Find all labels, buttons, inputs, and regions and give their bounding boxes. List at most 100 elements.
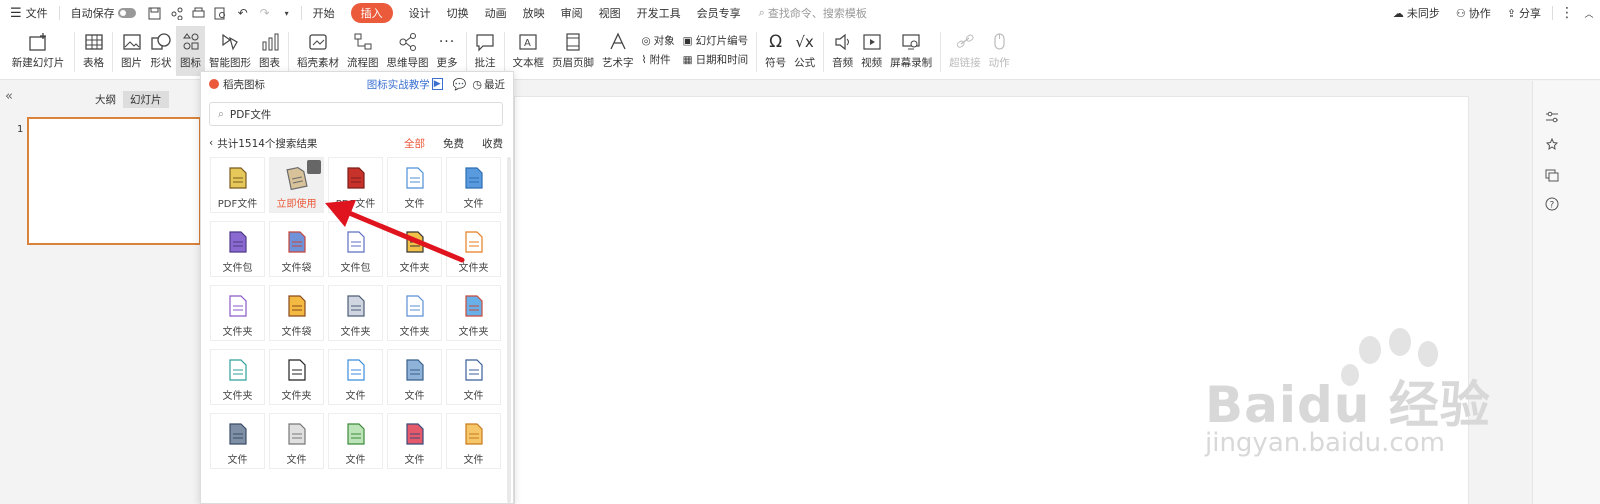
icon-result-item[interactable]: 文件 — [446, 413, 501, 469]
print-icon[interactable] — [188, 0, 210, 26]
filter-free[interactable]: 免费 — [443, 136, 464, 151]
collaborate-button[interactable]: ⚇ 协作 — [1448, 0, 1499, 26]
icon-result-item[interactable]: 文件夹 — [387, 285, 442, 341]
icon-button[interactable]: 图标 — [176, 26, 205, 76]
smartart-button[interactable]: 智能图形 — [205, 26, 255, 76]
date-time-button[interactable]: ▦ 日期和时间 — [683, 52, 748, 67]
share-button[interactable]: ⇪ 分享 — [1499, 0, 1549, 26]
tab-slideshow[interactable]: 放映 — [515, 0, 553, 26]
collapse-ribbon-icon[interactable]: ︿ — [1578, 0, 1600, 26]
clock-icon[interactable]: ◷ — [472, 78, 482, 91]
shape-button[interactable]: 形状 — [146, 26, 176, 76]
tab-animation[interactable]: 动画 — [477, 0, 515, 26]
tutorial-link[interactable]: 图标实战教学 — [367, 77, 430, 92]
icon-result-item[interactable]: 文件 — [269, 413, 324, 469]
icon-result-item[interactable]: 文件 — [446, 349, 501, 405]
tab-outline[interactable]: 大纲 — [88, 91, 123, 108]
chevron-down-icon[interactable]: ▾ — [276, 0, 298, 26]
icon-result-item[interactable]: PDF文件 — [328, 157, 383, 213]
mindmap-button[interactable]: 思维导图 — [383, 26, 433, 76]
icon-result-item[interactable]: 文件 — [446, 157, 501, 213]
tab-slides[interactable]: 幻灯片 — [123, 91, 169, 108]
properties-icon[interactable] — [1543, 108, 1561, 126]
tab-view[interactable]: 视图 — [591, 0, 629, 26]
tab-transition[interactable]: 切换 — [439, 0, 477, 26]
header-footer-button[interactable]: 页眉页脚 — [548, 26, 598, 76]
icon-result-item[interactable]: 文件 — [328, 349, 383, 405]
share-icon[interactable] — [166, 0, 188, 26]
action-button[interactable]: 动作 — [985, 26, 1014, 76]
icon-result-item[interactable]: 文件包 — [328, 221, 383, 277]
recent-button[interactable]: 最近 — [484, 77, 505, 92]
redo-icon[interactable]: ↷ — [254, 0, 276, 26]
icon-result-item[interactable]: 文件夹 — [328, 285, 383, 341]
back-chevron-icon[interactable]: ‹ — [209, 137, 213, 149]
more-vertical-icon[interactable]: ⋮ — [1556, 0, 1578, 26]
icon-result-item[interactable]: 文件 — [387, 349, 442, 405]
file-menu[interactable]: ☰ 文件 — [0, 0, 56, 26]
print-preview-icon[interactable] — [210, 0, 232, 26]
filter-paid[interactable]: 收费 — [482, 136, 503, 151]
magic-wand-icon[interactable] — [1543, 136, 1561, 154]
icon-result-item[interactable]: 文件夹 — [210, 285, 265, 341]
tab-review[interactable]: 审阅 — [553, 0, 591, 26]
screen-record-button[interactable]: 屏幕录制 — [886, 26, 936, 76]
undo-icon[interactable]: ↶ — [232, 0, 254, 26]
filter-all[interactable]: 全部 — [404, 136, 425, 151]
icon-result-item[interactable]: 文件夹 — [446, 221, 501, 277]
symbol-button[interactable]: Ω 符号 — [761, 26, 790, 76]
icon-result-item[interactable]: 文件夹 — [210, 349, 265, 405]
icon-result-item[interactable]: 文件夹 — [269, 349, 324, 405]
command-search[interactable]: ⌕ 查找命令、搜索模板 — [759, 5, 867, 21]
tab-member[interactable]: 会员专享 — [689, 0, 749, 26]
save-icon[interactable] — [144, 0, 166, 26]
tab-design[interactable]: 设计 — [401, 0, 439, 26]
slide-thumbnail[interactable] — [27, 117, 201, 245]
sync-button[interactable]: ☁ 未同步 — [1385, 0, 1448, 26]
folder-gray-icon — [346, 295, 365, 317]
audio-button[interactable]: 音频 — [828, 26, 857, 76]
icon-result-item[interactable]: 文件 — [387, 413, 442, 469]
icon-result-item[interactable]: 文件袋 — [269, 221, 324, 277]
toggle-switch-icon[interactable] — [117, 8, 136, 18]
new-slide-button[interactable]: 新建幻灯片 — [6, 26, 70, 76]
collapse-panel-icon[interactable]: « — [5, 89, 13, 104]
icon-result-item[interactable]: 文件包 — [210, 221, 265, 277]
attachment-button[interactable]: ⌇ 附件 — [642, 52, 675, 67]
chat-icon[interactable]: 💬 — [453, 78, 467, 91]
formula-button[interactable]: √x 公式 — [790, 26, 819, 76]
icon-search-input[interactable]: ⌕ PDF文件 — [209, 102, 503, 126]
slide-number-button[interactable]: ▣ 幻灯片编号 — [683, 33, 748, 48]
icon-result-label: 文件夹 — [222, 391, 253, 402]
flowchart-button[interactable]: 流程图 — [343, 26, 383, 76]
video-button[interactable]: 视频 — [857, 26, 886, 76]
tab-home[interactable]: 开始 — [305, 0, 343, 26]
object-button[interactable]: ◎ 对象 — [642, 33, 675, 48]
wordart-button[interactable]: 艺术字 — [598, 26, 638, 76]
icon-result-item[interactable]: 立即使用 — [269, 157, 324, 213]
icon-result-item[interactable]: PDF文件 — [210, 157, 265, 213]
play-icon[interactable]: ▶ — [431, 78, 443, 90]
icon-result-item[interactable]: 文件袋 — [269, 285, 324, 341]
table-button[interactable]: 表格 — [79, 26, 108, 76]
textbox-button[interactable]: A 文本框 — [509, 26, 549, 76]
icon-result-item[interactable]: 文件 — [387, 157, 442, 213]
tab-developer[interactable]: 开发工具 — [629, 0, 689, 26]
picture-button[interactable]: 图片 — [117, 26, 146, 76]
icon-result-item[interactable]: 文件 — [210, 413, 265, 469]
icon-result-item[interactable]: 文件夹 — [446, 285, 501, 341]
icon-result-item[interactable]: 文件 — [328, 413, 383, 469]
slides-icon[interactable] — [1543, 166, 1561, 184]
icon-result-item[interactable]: 文件夹 — [387, 221, 442, 277]
shell-material-button[interactable]: 稻壳素材 — [293, 26, 343, 76]
chart-button[interactable]: 图表 — [255, 26, 284, 76]
help-icon[interactable]: ? — [1543, 195, 1561, 213]
autosave-toggle[interactable]: 自动保存 — [63, 0, 144, 26]
popup-scrollbar[interactable] — [507, 157, 511, 503]
hyperlink-button[interactable]: 超链接 — [945, 26, 985, 76]
comment-button[interactable]: 批注 — [471, 26, 500, 76]
more-button[interactable]: ··· 更多 — [433, 26, 462, 76]
qr-badge-icon[interactable] — [307, 160, 321, 174]
tab-insert[interactable]: 插入 — [343, 0, 401, 26]
icon-result-label: 文件包 — [340, 263, 371, 274]
